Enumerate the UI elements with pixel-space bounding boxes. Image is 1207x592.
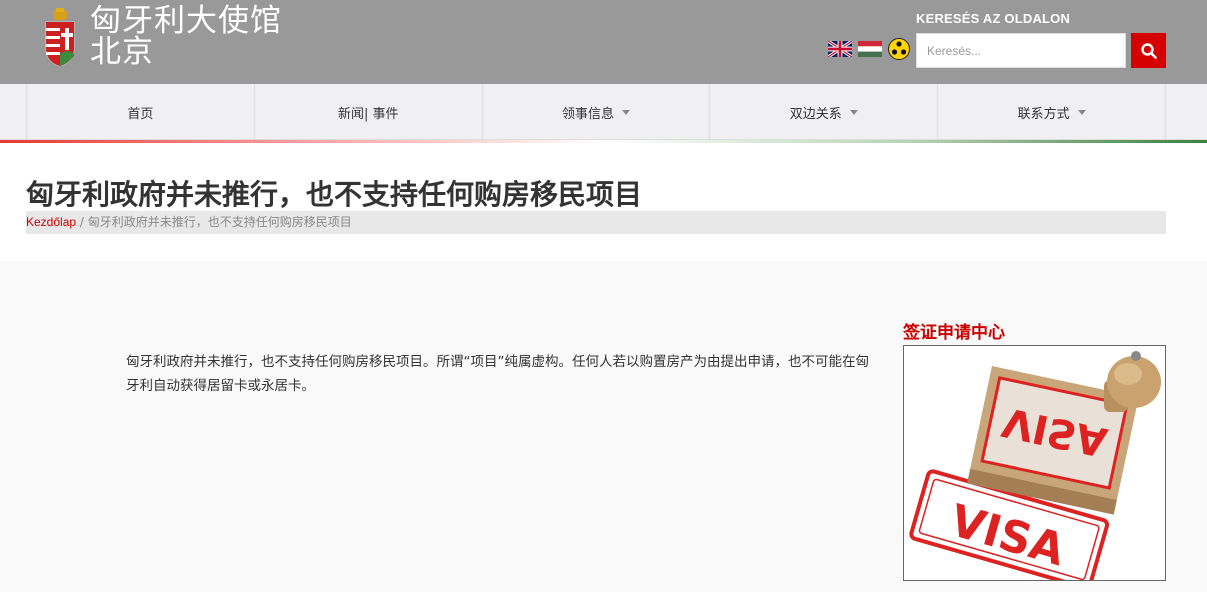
nav-item-label: 首页 [127, 106, 154, 122]
nav-item-contact[interactable]: 联系方式 [938, 84, 1166, 140]
site-title[interactable]: 匈牙利大使馆 北京 [90, 6, 282, 68]
hungary-flag-icon[interactable] [858, 41, 882, 57]
nav-item-consular[interactable]: 领事信息 [483, 84, 711, 140]
nav-item-home[interactable]: 首页 [27, 84, 255, 140]
site-title-line2: 北京 [90, 34, 154, 70]
search-heading: KERESÉS AZ OLDALON [916, 11, 1071, 26]
search-icon [1140, 42, 1157, 59]
low-vision-icon[interactable] [888, 38, 910, 60]
search-input[interactable] [916, 33, 1126, 68]
main-nav: 首页 新闻| 事件 领事信息 双边关系 联系方式 [0, 84, 1207, 140]
breadcrumb-home-link[interactable]: Kezdőlap [26, 215, 76, 229]
breadcrumb-current: 匈牙利政府并未推行，也不支持任何购房移民项目 [87, 215, 352, 229]
uk-flag-icon[interactable] [828, 41, 852, 57]
page-title: 匈牙利政府并未推行，也不支持任何购房移民项目 [26, 178, 643, 211]
title-section: 匈牙利政府并未推行，也不支持任何购房移民项目 Kezdőlap / 匈牙利政府并… [0, 143, 1207, 261]
nav-item-label: 双边关系 [789, 106, 842, 122]
search-button[interactable] [1131, 33, 1166, 68]
language-selector [828, 38, 910, 60]
sidebar-heading[interactable]: 签证申请中心 [903, 318, 1005, 343]
nav-item-label: 联系方式 [1017, 106, 1070, 122]
nav-item-label: 领事信息 [561, 106, 614, 122]
coat-of-arms-icon[interactable] [44, 8, 76, 66]
article-body: 匈牙利政府并未推行，也不支持任何购房移民项目。所谓“项目”纯属虚构。任何人若以购… [126, 354, 869, 394]
nav-item-label: 新闻| 事件 [337, 106, 399, 122]
nav-item-bilateral[interactable]: 双边关系 [710, 84, 939, 140]
breadcrumb-separator: / [76, 215, 88, 229]
chevron-down-icon [849, 109, 858, 115]
nav-item-news[interactable]: 新闻| 事件 [255, 84, 483, 140]
breadcrumb: Kezdőlap / 匈牙利政府并未推行，也不支持任何购房移民项目 [26, 211, 1166, 234]
visa-stamp-image: VISA VISA [904, 346, 1165, 580]
header-bar: 匈牙利大使馆 北京 KERESÉS AZ OLDALON [0, 0, 1207, 84]
visa-center-banner[interactable]: VISA VISA [903, 345, 1166, 581]
chevron-down-icon [622, 109, 630, 115]
chevron-down-icon [1077, 109, 1086, 115]
site-title-line1: 匈牙利大使馆 [90, 3, 282, 39]
